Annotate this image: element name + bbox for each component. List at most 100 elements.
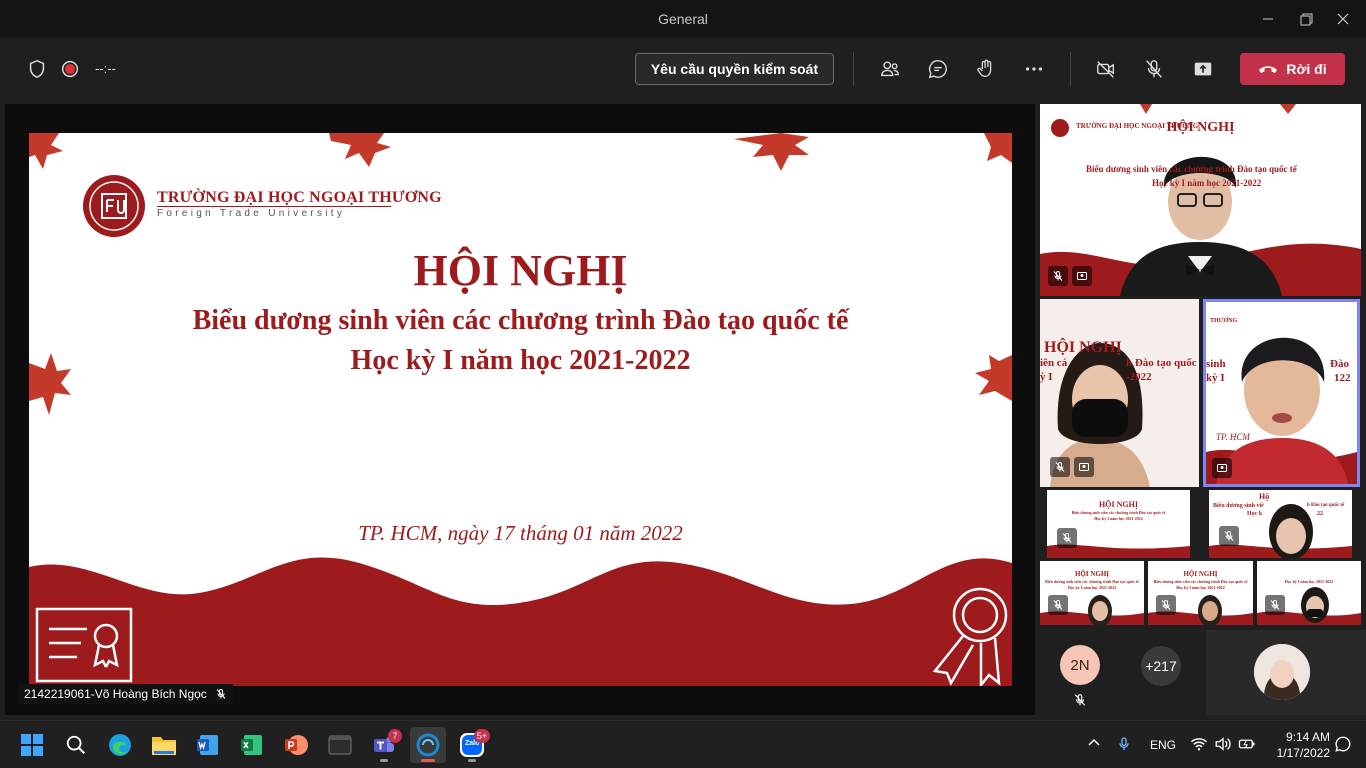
shared-screen-stage: TRƯỜNG ĐẠI HỌC NGOẠI THƯƠNG Foreign Trad… [5, 104, 1035, 715]
show-hidden-icons-button[interactable] [1086, 735, 1102, 756]
taskbar-app-excel[interactable] [234, 727, 270, 763]
avatar-photo [1254, 644, 1310, 700]
leave-button[interactable]: Rời đi [1240, 53, 1345, 85]
slide-date: TP. HCM, ngày 17 tháng 01 năm 2022 [358, 521, 683, 545]
taskbar-app-powerpoint[interactable] [278, 727, 314, 763]
tile-slide-sub1: Biểu dương sinh viên các chương trình Đà… [1153, 579, 1248, 584]
volume-button[interactable] [1214, 736, 1232, 757]
taskbar-app-zalo-pc[interactable] [410, 727, 446, 763]
presenter-name-label: 2142219061-Võ Hoàng Bích Ngọc [18, 684, 233, 704]
taskbar-app-word[interactable] [190, 727, 226, 763]
tile-slide-sub1-start: sinh [1206, 358, 1226, 370]
participant-video-tile[interactable]: HỘI NGHỊ TRƯỜNG ĐẠI HỌC NGOẠI THƯƠNG Biể… [1040, 104, 1361, 296]
participant-gallery: HỘI NGHỊ TRƯỜNG ĐẠI HỌC NGOẠI THƯƠNG Biể… [1037, 100, 1366, 715]
video-frame [1257, 587, 1361, 625]
presenter-name: 2142219061-Võ Hoàng Bích Ngọc [24, 687, 207, 701]
participant-video-tile[interactable]: HỘI NGHỊ Biểu dương sinh viên các chương… [1148, 561, 1253, 625]
speaker-icon [1215, 737, 1231, 751]
tile-slide-sub2-end: -2022 [1126, 371, 1152, 383]
tile-slide-sub2-end: 22 [1317, 511, 1323, 517]
slide-title: HỘI NGHỊ [413, 246, 628, 295]
close-icon [1337, 13, 1349, 25]
tile-status-icons [1048, 266, 1092, 286]
tile-slide-sub2: Học kỳ I năm học 2021-2022 [1094, 516, 1143, 521]
mic-off-icon [1050, 457, 1070, 477]
system-clock[interactable]: 9:14 AM 1/17/2022 [1262, 729, 1330, 761]
clock-date: 1/17/2022 [1276, 746, 1330, 760]
minimize-icon [1263, 18, 1273, 20]
more-actions-button[interactable] [1018, 53, 1050, 85]
word-icon [197, 735, 218, 755]
mic-off-icon [1057, 528, 1077, 548]
mic-off-icon [1219, 526, 1239, 546]
participant-avatar[interactable]: 2N [1060, 645, 1100, 685]
taskbar-app-zalo[interactable]: Zalo 5+ [454, 727, 490, 763]
video-frame [1206, 337, 1357, 484]
background-effects-icon [1074, 457, 1094, 477]
tile-slide-sub1: Biểu dương sinh viên các chương trình Đà… [1045, 579, 1139, 584]
tile-slide-date: TP. HCM [1216, 432, 1250, 442]
participant-video-tile[interactable]: Học kỳ I năm học 2021-2022 [1257, 561, 1361, 625]
folder-icon [152, 737, 176, 755]
tile-status-icons [1050, 457, 1094, 477]
network-button[interactable] [1190, 736, 1208, 757]
camera-off-icon [1097, 61, 1115, 78]
tile-slide-sub1-start: Biểu dương sinh viê [1213, 503, 1264, 509]
shield-icon[interactable] [21, 53, 53, 85]
active-speaker-tile[interactable]: THƯƠNG sinh Đào kỳ I 122 TP. HCM [1203, 299, 1360, 487]
participant-video-tile[interactable]: Hộ Biểu dương sinh viê h Đào tạo quốc tế… [1209, 490, 1352, 558]
recording-indicator-icon [54, 53, 86, 85]
participant-video-tile[interactable]: HỘI NGHỊ iên cá h Đào tạo quốc tế ỳ I -2… [1040, 299, 1199, 487]
share-screen-icon [1194, 62, 1212, 76]
request-control-button[interactable]: Yêu cầu quyền kiểm soát [635, 53, 834, 85]
taskbar-app-edge[interactable] [102, 727, 138, 763]
tile-slide-sub1-start: iên cá [1040, 357, 1068, 369]
battery-icon [1238, 739, 1255, 749]
input-language-indicator[interactable]: ENG [1150, 738, 1176, 752]
leave-label: Rời đi [1286, 61, 1327, 77]
tile-slide-sub2: Học kỳ I năm học 2021-2022 [1152, 178, 1262, 188]
participant-video-tile[interactable]: HỘI NGHỊ Biểu dương sinh viên các chương… [1047, 490, 1190, 558]
taskbar-app-file-explorer[interactable] [146, 727, 182, 763]
mic-off-icon [1073, 693, 1087, 712]
self-view-tile[interactable] [1206, 630, 1366, 715]
more-participants-button[interactable]: +217 [1141, 646, 1181, 686]
slide-subtitle-2: Học kỳ I năm học 2021-2022 [350, 345, 691, 376]
tile-slide-sub1-end: h Đào tạo quốc tế [1126, 357, 1199, 369]
tile-slide-sub1-end: Đào [1330, 358, 1349, 370]
microphone-tray-button[interactable] [1116, 735, 1132, 758]
reactions-button[interactable] [970, 53, 1002, 85]
chat-button[interactable] [922, 53, 954, 85]
tile-slide-sub1-end: h Đào tạo quốc tế [1307, 503, 1345, 508]
taskbar-app-terminal[interactable] [322, 727, 358, 763]
tile-slide-sub3: Học kỳ I năm học 2021-2022 [1284, 579, 1334, 584]
tile-slide-sub2-end: 122 [1334, 372, 1351, 384]
taskbar-search-button[interactable] [58, 727, 94, 763]
tile-slide-sub2-start: ỳ I [1040, 371, 1053, 383]
windows-taskbar: 7 Zalo 5+ ENG 9:14 AM 1/17/2022 [0, 720, 1366, 768]
tile-status-icons [1057, 528, 1077, 548]
logo-rule [157, 206, 391, 207]
participant-video-tile[interactable]: HỘI NGHỊ Biểu dương sinh viên các chương… [1040, 561, 1144, 625]
self-avatar [1254, 644, 1310, 700]
notification-center-button[interactable] [1334, 735, 1352, 758]
start-button[interactable] [14, 727, 50, 763]
mic-toggle-button[interactable] [1138, 53, 1170, 85]
battery-button[interactable] [1238, 736, 1256, 757]
university-logo-icon [83, 175, 145, 237]
terminal-icon [328, 735, 352, 755]
background-effects-icon [1072, 266, 1092, 286]
tile-status-icons [1048, 595, 1068, 615]
microphone-icon [1119, 737, 1129, 750]
teams-notification-badge: 7 [388, 729, 402, 743]
share-content-button[interactable] [1187, 53, 1219, 85]
tile-slide-title: HỘI NGHỊ [1044, 339, 1122, 356]
university-subtitle: Foreign Trade University [157, 208, 346, 219]
participants-button[interactable] [874, 53, 906, 85]
wifi-icon [1191, 738, 1207, 751]
taskbar-app-teams[interactable]: 7 [366, 727, 402, 763]
close-button[interactable] [1320, 0, 1366, 38]
toolbar-divider [853, 52, 854, 86]
clock-time: 9:14 AM [1285, 730, 1330, 744]
camera-toggle-button[interactable] [1090, 53, 1122, 85]
